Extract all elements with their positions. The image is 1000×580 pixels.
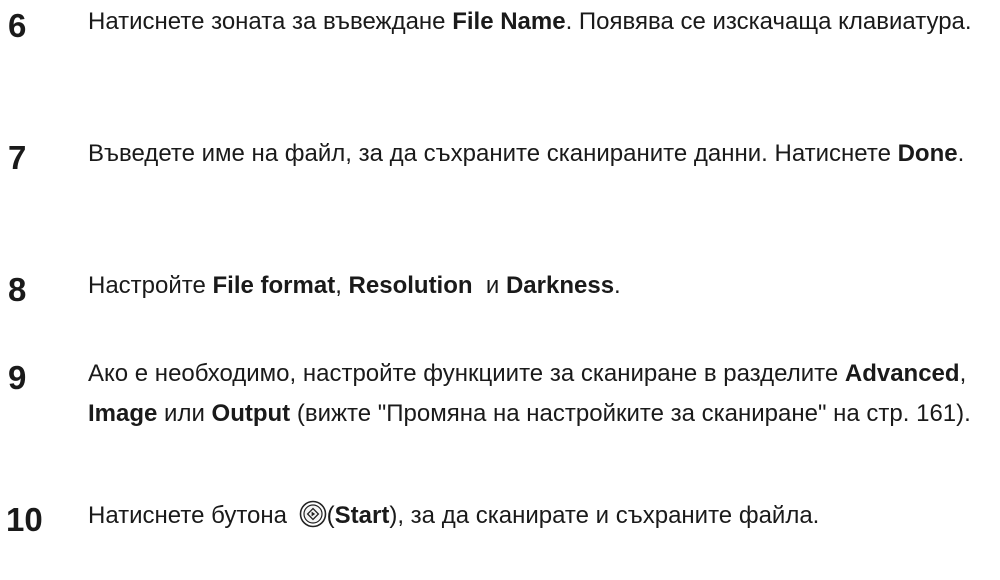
step-text: Натиснете бутона (Start), за да сканират… xyxy=(88,496,993,541)
step-text: Настройте File format, Resolution и Dark… xyxy=(88,272,621,299)
ui-term-output: Output xyxy=(211,400,291,427)
ui-term-image: Image xyxy=(88,400,158,427)
ui-term-advanced: Advanced xyxy=(844,360,960,387)
start-button-icon xyxy=(299,500,327,541)
step-number: 9 xyxy=(8,359,27,396)
step-number: 8 xyxy=(8,271,27,308)
ui-term-darkness: Darkness xyxy=(505,272,615,299)
ui-term-start: Start xyxy=(334,502,390,529)
step-number: 10 xyxy=(6,501,43,538)
ui-term-resolution: Resolution xyxy=(348,272,473,299)
step-text: Въведете име на файл, за да съхраните ск… xyxy=(88,140,965,167)
ui-term-file-name: File Name xyxy=(452,8,566,35)
step-number: 7 xyxy=(8,139,27,176)
step-text: Ако е необходимо, настройте функциите за… xyxy=(88,360,971,427)
step-text: Натиснете зоната за въвеждане File Name.… xyxy=(88,8,972,35)
ui-term-done: Done xyxy=(897,140,958,167)
ui-term-file-format: File format xyxy=(212,272,336,299)
step-number: 6 xyxy=(8,7,27,44)
